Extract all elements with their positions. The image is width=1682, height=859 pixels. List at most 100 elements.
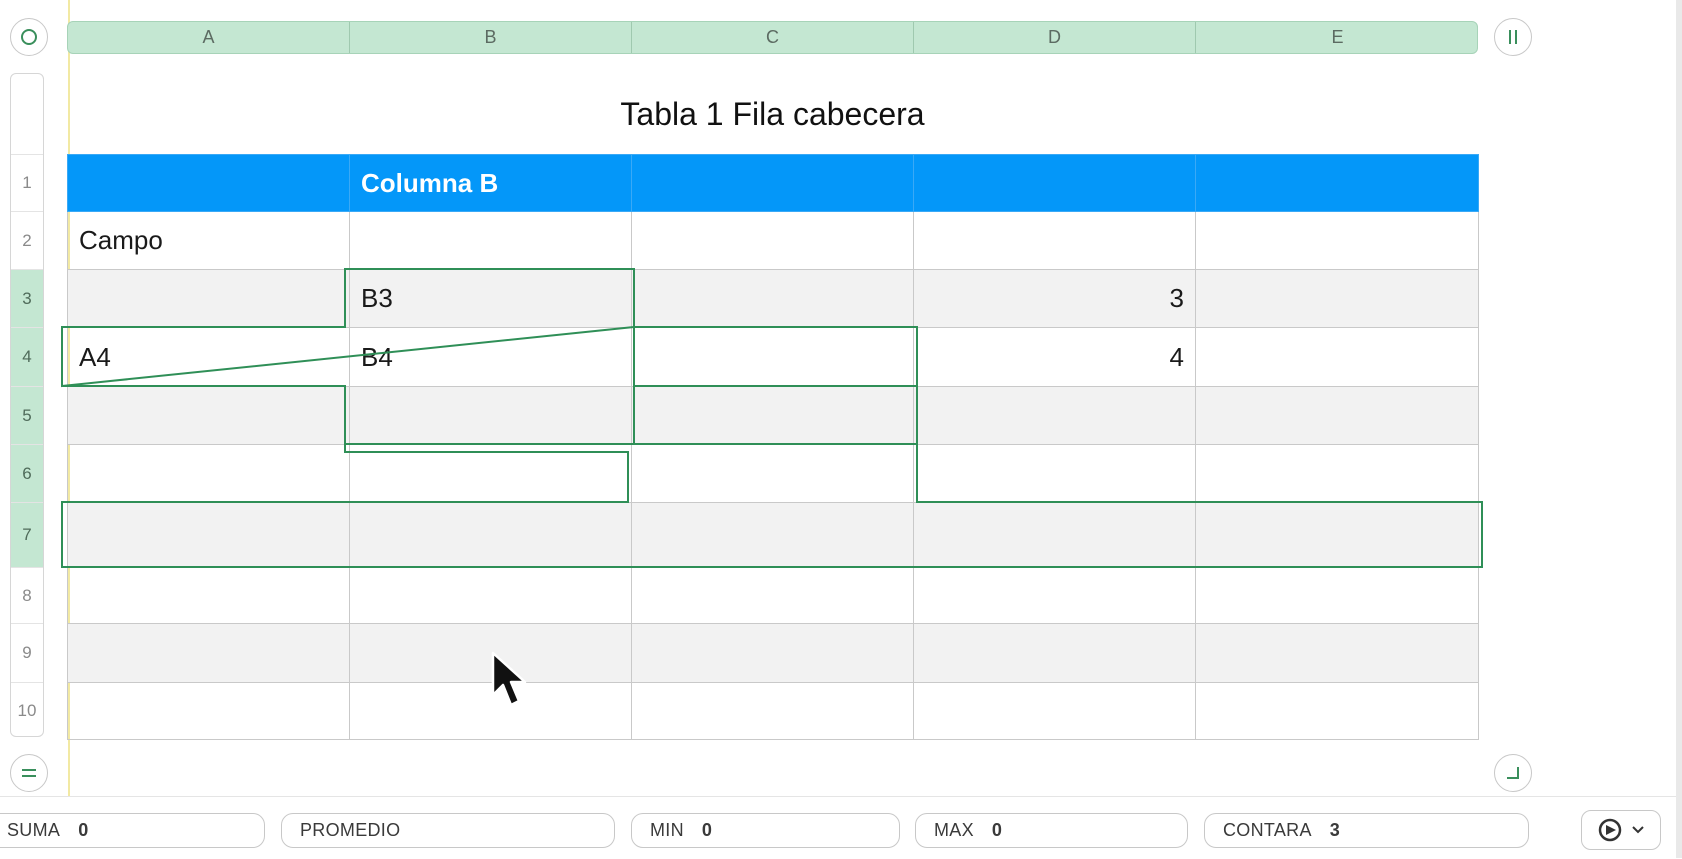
cell-e5[interactable]	[1195, 386, 1479, 445]
cell-a3[interactable]	[67, 269, 350, 328]
cell-b6[interactable]	[349, 444, 632, 503]
cell-e8[interactable]	[1195, 567, 1479, 624]
status-max[interactable]: MAX 0	[915, 813, 1188, 848]
cell-a1[interactable]	[67, 154, 350, 212]
cell-e6[interactable]	[1195, 444, 1479, 503]
row-header-6[interactable]: 6	[11, 444, 43, 502]
column-header-c[interactable]: C	[632, 22, 914, 53]
cell-d2[interactable]	[913, 211, 1196, 270]
cell-e4[interactable]	[1195, 327, 1479, 387]
table-row	[67, 444, 1479, 503]
cell-d9[interactable]	[913, 623, 1196, 683]
cell-d3[interactable]: 3	[913, 269, 1196, 328]
cell-d1[interactable]	[913, 154, 1196, 212]
cell-b2[interactable]	[349, 211, 632, 270]
window-scroll-edge	[1676, 0, 1682, 858]
equals-icon	[22, 769, 36, 777]
mouse-pointer-icon	[491, 651, 527, 707]
status-contara[interactable]: CONTARA 3	[1204, 813, 1529, 848]
column-header-d[interactable]: D	[914, 22, 1196, 53]
circle-icon	[21, 29, 37, 45]
column-header-e[interactable]: E	[1196, 22, 1479, 53]
table-row: B3 3	[67, 269, 1479, 328]
cell-c2[interactable]	[631, 211, 914, 270]
table-row: A4 B4 4	[67, 327, 1479, 387]
cell-b5[interactable]	[349, 386, 632, 445]
status-options-button[interactable]	[1581, 810, 1661, 850]
cell-c9[interactable]	[631, 623, 914, 683]
cell-c8[interactable]	[631, 567, 914, 624]
status-value: 0	[991, 820, 1002, 840]
gear-chevron-icon	[1598, 818, 1622, 842]
cell-a2[interactable]: Campo	[67, 211, 350, 270]
column-header-a[interactable]: A	[68, 22, 350, 53]
status-label: PROMEDIO	[300, 820, 401, 840]
cell-a9[interactable]	[67, 623, 350, 683]
cell-a10[interactable]	[67, 682, 350, 740]
status-label: MAX	[934, 820, 974, 840]
cell-e2[interactable]	[1195, 211, 1479, 270]
table-row	[67, 567, 1479, 624]
cell-a7[interactable]	[67, 502, 350, 568]
cell-d10[interactable]	[913, 682, 1196, 740]
column-header-b[interactable]: B	[350, 22, 632, 53]
cell-e10[interactable]	[1195, 682, 1479, 740]
status-value: 3	[1329, 820, 1340, 840]
add-rows-button[interactable]	[10, 754, 48, 792]
row-header-5[interactable]: 5	[11, 386, 43, 444]
cell-c4[interactable]	[631, 327, 914, 387]
cell-d4[interactable]: 4	[913, 327, 1196, 387]
status-suma[interactable]: SUMA 0	[0, 813, 265, 848]
resize-table-button[interactable]	[1494, 754, 1532, 792]
cell-c1[interactable]	[631, 154, 914, 212]
row-header-2[interactable]: 2	[11, 211, 43, 269]
cell-a5[interactable]	[67, 386, 350, 445]
cell-a6[interactable]	[67, 444, 350, 503]
status-min[interactable]: MIN 0	[631, 813, 900, 848]
select-table-button[interactable]	[10, 18, 48, 56]
cell-e7[interactable]	[1195, 502, 1479, 568]
cell-d6[interactable]	[913, 444, 1196, 503]
row-header-10[interactable]: 10	[11, 682, 43, 739]
spreadsheet-table: Columna B Campo B3 3 A4 B4 4	[67, 154, 1479, 740]
status-label: CONTARA	[1223, 820, 1312, 840]
table-row	[67, 502, 1479, 568]
cell-b4[interactable]: B4	[349, 327, 632, 387]
table-row	[67, 682, 1479, 740]
cell-b7[interactable]	[349, 502, 632, 568]
cell-b8[interactable]	[349, 567, 632, 624]
cell-c3[interactable]	[631, 269, 914, 328]
table-row: Campo	[67, 211, 1479, 270]
row-header-3[interactable]: 3	[11, 269, 43, 327]
cell-c6[interactable]	[631, 444, 914, 503]
cell-b3[interactable]: B3	[349, 269, 632, 328]
table-row	[67, 623, 1479, 683]
cell-a8[interactable]	[67, 567, 350, 624]
status-label: SUMA	[7, 820, 61, 840]
header-row: Columna B	[67, 154, 1479, 212]
table-title[interactable]: Tabla 1 Fila cabecera	[67, 96, 1478, 133]
cell-e3[interactable]	[1195, 269, 1479, 328]
chevron-down-icon	[1632, 826, 1644, 834]
cell-b1[interactable]: Columna B	[349, 154, 632, 212]
cell-d5[interactable]	[913, 386, 1196, 445]
row-header-7[interactable]: 7	[11, 502, 43, 567]
status-label: MIN	[650, 820, 684, 840]
row-header-9[interactable]: 9	[11, 623, 43, 682]
cell-e9[interactable]	[1195, 623, 1479, 683]
row-header-4[interactable]: 4	[11, 327, 43, 386]
cell-d8[interactable]	[913, 567, 1196, 624]
row-header-8[interactable]: 8	[11, 567, 43, 623]
cell-c5[interactable]	[631, 386, 914, 445]
cell-e1[interactable]	[1195, 154, 1479, 212]
cell-a4[interactable]: A4	[67, 327, 350, 387]
freeze-columns-button[interactable]	[1494, 18, 1532, 56]
cell-c7[interactable]	[631, 502, 914, 568]
corner-icon	[1507, 767, 1519, 779]
pause-bars-icon	[1509, 30, 1517, 44]
row-header-1[interactable]: 1	[11, 154, 43, 211]
status-value: 0	[701, 820, 712, 840]
status-promedio[interactable]: PROMEDIO	[281, 813, 615, 848]
cell-d7[interactable]	[913, 502, 1196, 568]
cell-c10[interactable]	[631, 682, 914, 740]
